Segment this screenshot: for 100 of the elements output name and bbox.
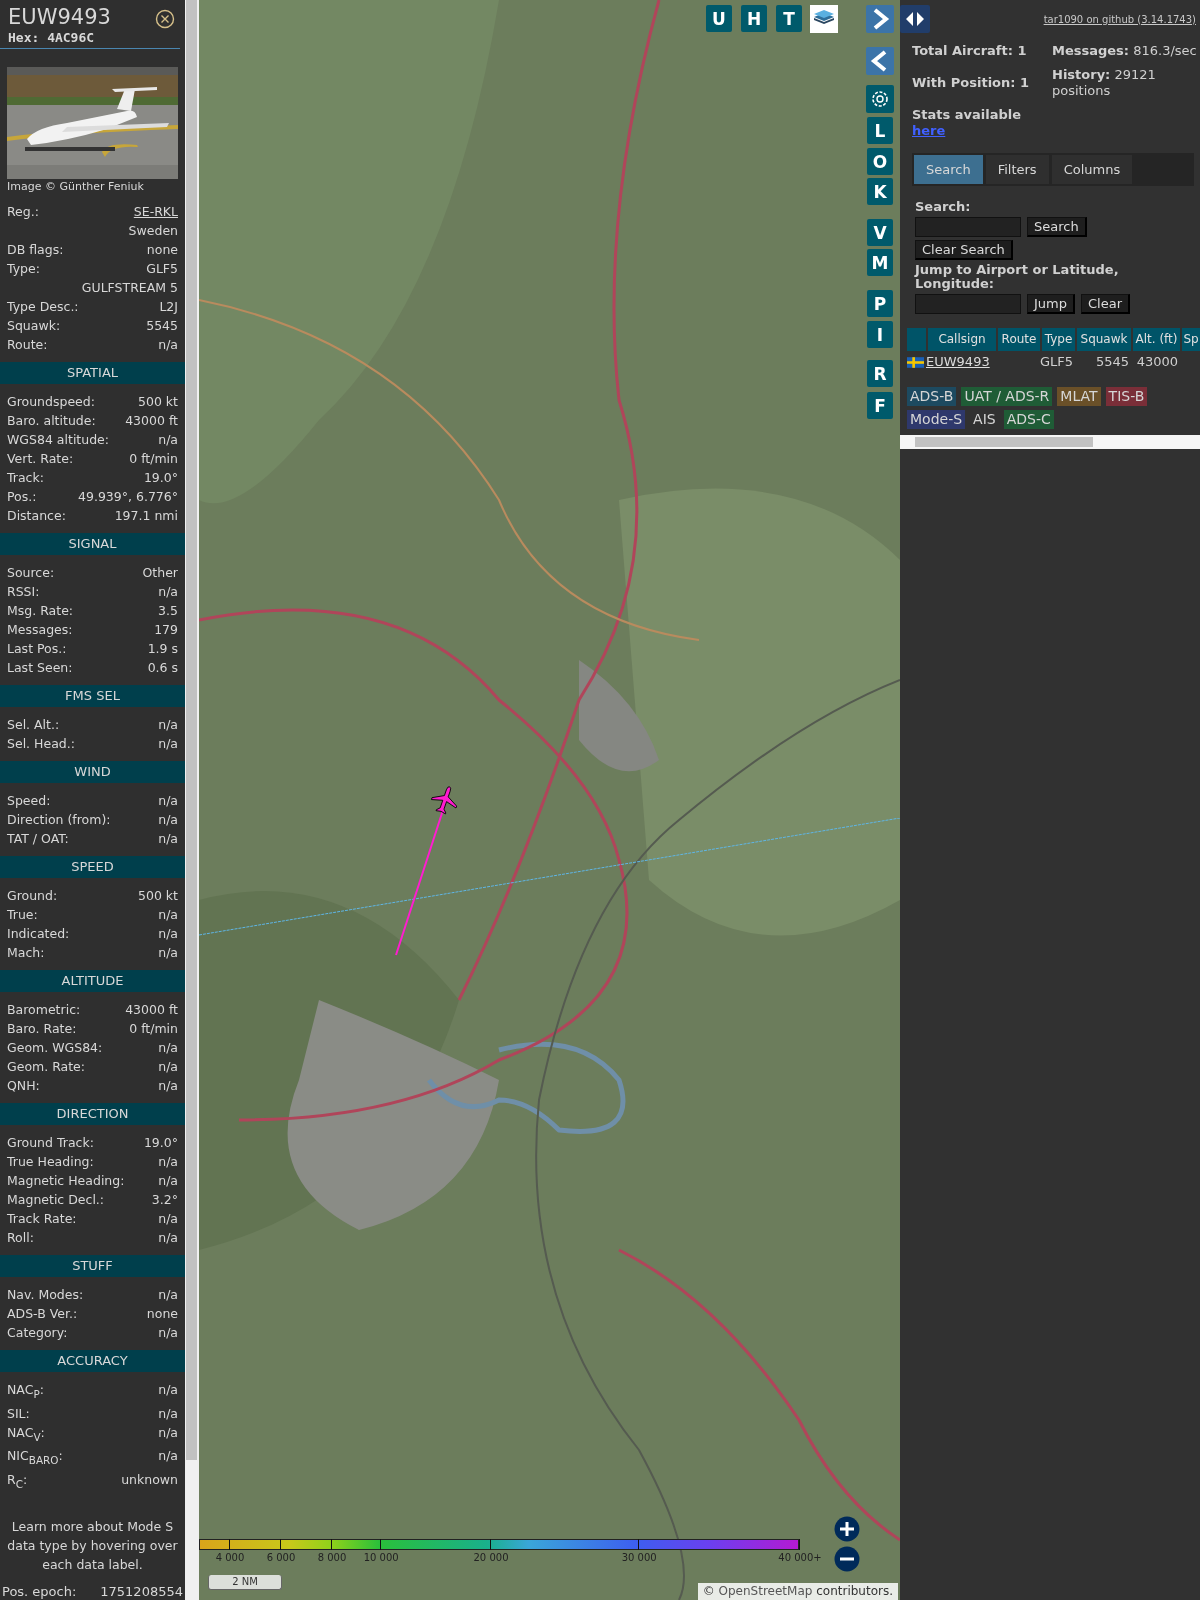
column-header[interactable]: Route [998,328,1040,351]
field-value: n/a [158,925,178,943]
field-value: none [146,241,178,259]
column-header[interactable]: Alt. (ft) [1133,328,1180,351]
field-label: Track: [7,469,44,487]
field-label: Messages: [7,621,73,639]
field-label: Sel. Head.: [7,735,75,753]
field-value: 5545 [146,317,178,335]
map-toggle-button[interactable]: M [867,249,893,276]
map-toggle-button[interactable]: T [776,5,802,32]
legend-label: 20 000 [473,1552,509,1563]
field-value: n/a [158,1381,178,1399]
field-value: n/a [158,792,178,810]
field-value: unknown [121,1470,178,1489]
zoom-in-icon[interactable] [834,1516,860,1542]
field-value: n/a [158,735,178,753]
map-toggle-button[interactable]: K [867,178,893,205]
close-icon[interactable] [155,9,175,29]
search-label: Search: [915,200,972,214]
clear-search-button[interactable]: Clear Search [915,240,1013,260]
split-arrows-icon[interactable] [900,5,930,33]
clear-button[interactable]: Clear [1081,294,1130,314]
field-label: WGS84 altitude: [7,431,110,449]
field-value: 500 kt [138,393,178,411]
with-position: With Position: 1 [912,75,1031,91]
settings-icon[interactable] [866,85,894,113]
source-tag: ADS-C [1003,410,1054,429]
chevron-right-icon[interactable] [866,5,894,33]
source-tag: MLAT [1057,387,1101,406]
field-label: Pos.: [7,488,37,506]
jump-button[interactable]: Jump [1027,294,1075,314]
field-value: 179 [154,621,178,639]
search-button[interactable]: Search [1027,217,1087,237]
registration-link[interactable]: SE-RKL [133,202,178,221]
source-tag: AIS [970,410,999,429]
field-value: n/a [158,811,178,829]
legend-label: 40 000+ [778,1552,822,1563]
field-label: Squawk: [7,317,61,335]
attribution-link[interactable]: OpenStreetMap [718,1584,813,1598]
field-value: n/a [158,1172,178,1190]
field-value: L2J [159,298,178,316]
field-label: Route: [7,336,48,354]
section-header: WIND [0,761,185,783]
tab[interactable]: Search [914,155,983,184]
field-label: Ground Track: [7,1134,94,1152]
field-value: Other [142,564,178,582]
map-toggle-button[interactable]: O [867,148,893,175]
column-header[interactable]: Type [1042,328,1075,351]
field-label: NIC$_{BARO}$: [7,1447,63,1468]
search-field[interactable] [915,217,1021,237]
field-label: TAT / OAT: [7,830,69,848]
column-header[interactable]: Callsign [928,328,996,351]
table-cell-text: 5545 [1094,353,1129,371]
field-label: R$_{C}$: [7,1470,28,1491]
field-label: Baro. Rate: [7,1020,77,1038]
field-label: NAC$_{P}$: [7,1381,44,1402]
field-value: 43000 ft [125,1001,178,1019]
chevron-left-icon[interactable] [866,47,894,75]
field-label: Speed: [7,792,51,810]
zoom-out-icon[interactable] [834,1546,860,1572]
tab[interactable]: Filters [985,155,1049,184]
map-toggle-button[interactable]: U [706,5,732,32]
section-header: DIRECTION [0,1103,185,1125]
field-label: QNH: [7,1077,40,1095]
github-link[interactable]: tar1090 on github (3.14.1743) [1043,13,1196,25]
legend-label: 8 000 [317,1552,347,1563]
legend-label: 6 000 [266,1552,296,1563]
map-toggle-button[interactable]: P [867,290,893,317]
field-value: n/a [158,1077,178,1095]
field-label: Ground: [7,887,58,905]
field-label: Distance: [7,507,66,525]
field-value: 0 ft/min [129,1020,178,1038]
map-toggle-button[interactable]: L [867,117,893,144]
field-label: Indicated: [7,925,70,943]
jump-field[interactable] [915,294,1021,314]
field-value: 0 ft/min [129,450,178,468]
field-value: 43000 ft [125,412,178,430]
scale-bar: 2 NM [208,1575,282,1590]
map-toggle-button[interactable]: V [867,219,893,246]
map-toggle-button[interactable]: F [867,392,893,419]
section-header: ACCURACY [0,1350,185,1372]
field-value: n/a [158,830,178,848]
horizontal-scrollbar[interactable] [900,435,1200,449]
map-toggle-button[interactable]: H [741,5,767,32]
column-header[interactable]: Sp [1182,328,1200,351]
map-toggle-button[interactable]: R [867,360,893,387]
callsign-link[interactable]: EUW9493 [926,351,994,373]
source-tag: Mode-S [907,410,966,429]
field-label: Source: [7,564,55,582]
column-header[interactable]: Squawk [1077,328,1131,351]
map-toggle-button[interactable]: I [867,321,893,348]
field-value: 1.9 s [147,640,178,658]
layers-icon[interactable] [810,5,838,33]
field-value: n/a [158,1423,178,1442]
field-label: Baro. altitude: [7,412,96,430]
field-value: n/a [158,336,178,354]
field-value: n/a [158,1404,178,1423]
field-label: Last Seen: [7,659,73,677]
scrollbar[interactable] [185,0,199,1600]
tab[interactable]: Columns [1051,155,1133,184]
